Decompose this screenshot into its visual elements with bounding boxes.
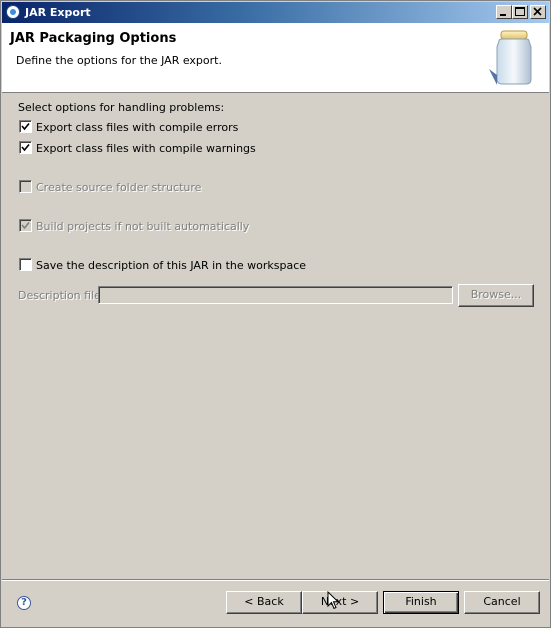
footer-separator	[2, 579, 549, 581]
eclipse-icon	[6, 5, 20, 19]
description-file-label: Description file:	[18, 289, 105, 302]
jar-icon	[489, 30, 532, 85]
close-button[interactable]	[530, 5, 546, 19]
browse-button-label: Browse...	[470, 288, 522, 301]
checkmark-icon	[21, 221, 30, 230]
checkmark-icon	[21, 143, 30, 152]
finish-button[interactable]: Finish	[383, 591, 459, 614]
export-errors-checkbox[interactable]	[19, 120, 32, 133]
minimize-button[interactable]	[496, 5, 512, 19]
export-warnings-label[interactable]: Export class files with compile warnings	[36, 142, 256, 155]
description-file-field	[98, 286, 453, 304]
help-icon[interactable]: ?	[17, 596, 31, 610]
save-description-checkbox[interactable]	[19, 258, 32, 271]
back-button[interactable]: < Back	[226, 591, 302, 614]
build-projects-checkbox	[19, 219, 32, 232]
options-panel: Select options for handling problems: Ex…	[2, 93, 549, 579]
build-projects-label: Build projects if not built automaticall…	[36, 220, 250, 233]
maximize-button[interactable]	[512, 5, 528, 19]
jar-export-dialog: JAR Export JAR Packaging Options Define …	[0, 0, 551, 628]
page-description: Define the options for the JAR export.	[16, 54, 222, 67]
source-folder-label: Create source folder structure	[36, 181, 202, 194]
mouse-cursor-icon	[327, 591, 340, 610]
cancel-button[interactable]: Cancel	[464, 591, 540, 614]
export-errors-label[interactable]: Export class files with compile errors	[36, 121, 238, 134]
export-warnings-checkbox[interactable]	[19, 141, 32, 154]
window-title: JAR Export	[25, 6, 91, 19]
checkmark-icon	[21, 122, 30, 131]
options-section-label: Select options for handling problems:	[18, 101, 225, 114]
page-title: JAR Packaging Options	[10, 31, 177, 46]
source-folder-checkbox	[19, 180, 32, 193]
browse-button: Browse...	[458, 284, 534, 307]
close-icon	[533, 7, 542, 16]
wizard-header: JAR Packaging Options Define the options…	[2, 23, 549, 93]
save-description-label[interactable]: Save the description of this JAR in the …	[36, 259, 306, 272]
title-bar: JAR Export	[2, 2, 549, 23]
maximize-icon	[515, 7, 525, 16]
minimize-icon	[500, 14, 506, 16]
